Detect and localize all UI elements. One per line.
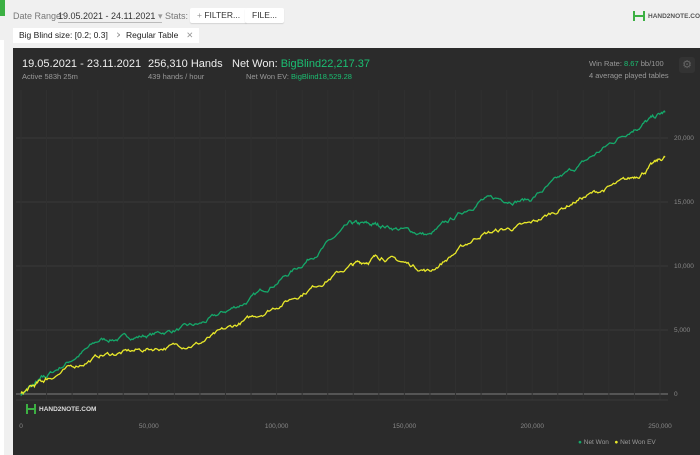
- legend-item-net-won[interactable]: ● Net Won: [578, 439, 609, 446]
- chart: 0 5,000 10,000 15,000 20,000 0 50,000 100,000 15…: [16, 90, 694, 430]
- y-tick-label: 20,000: [674, 135, 694, 142]
- watermark-text: HAND2NOTE.COM: [39, 405, 97, 413]
- y-tick-label: 5,000: [674, 327, 691, 334]
- y-tick-label: 10,000: [674, 263, 694, 270]
- x-tick-label: 0: [19, 423, 23, 430]
- y-tick-label: 0: [674, 391, 678, 398]
- chart-watermark: HAND2NOTE.COM: [26, 403, 96, 415]
- x-tick-label: 250,000: [648, 423, 672, 430]
- legend-item-net-won-ev[interactable]: ● Net Won EV: [614, 439, 655, 446]
- series-line-net-won-ev: [20, 155, 666, 395]
- legend-label: Net Won EV: [620, 439, 656, 446]
- x-tick-label: 200,000: [520, 423, 544, 430]
- x-tick-label: 150,000: [393, 423, 417, 430]
- y-tick-label: 15,000: [674, 199, 694, 206]
- legend: ● Net Won ● Net Won EV: [578, 439, 656, 446]
- x-tick-label: 100,000: [265, 423, 289, 430]
- hand2note-logo-icon: [26, 404, 36, 414]
- x-tick-label: 50,000: [139, 423, 159, 430]
- legend-label: Net Won: [583, 439, 609, 446]
